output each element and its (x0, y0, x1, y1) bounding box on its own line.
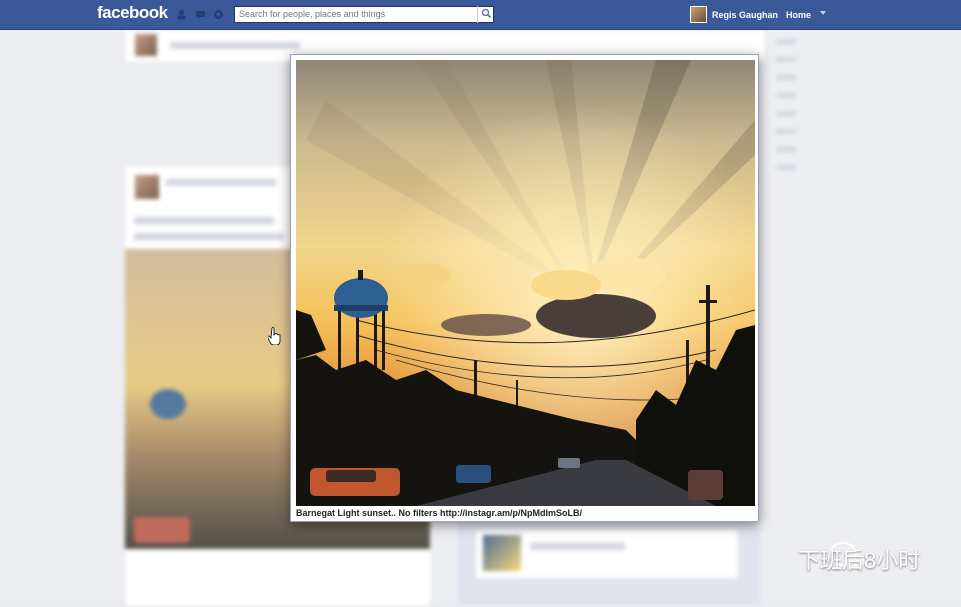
notifications-icon[interactable] (213, 9, 224, 20)
chevron-down-icon[interactable] (820, 11, 826, 15)
search-button[interactable] (477, 6, 495, 23)
watermark-text: 下班后8小时 (798, 548, 921, 573)
profile-link[interactable]: Regis Gaughan (712, 10, 778, 20)
home-link[interactable]: Home (786, 10, 811, 20)
messages-icon[interactable] (195, 9, 206, 20)
photo-caption: Barnegat Light sunset.. No filters http:… (296, 508, 583, 518)
search-icon (481, 8, 492, 19)
sunset-photo[interactable] (296, 60, 755, 506)
user-avatar[interactable] (690, 6, 707, 23)
photo-viewer: Barnegat Light sunset.. No filters http:… (290, 54, 759, 522)
top-nav-bar: facebook Search for people, places and t… (0, 0, 961, 30)
friend-requests-icon[interactable] (176, 9, 187, 20)
facebook-logo[interactable]: facebook (97, 3, 168, 23)
search-input[interactable]: Search for people, places and things (234, 6, 494, 23)
hand-cursor-icon (268, 327, 281, 345)
